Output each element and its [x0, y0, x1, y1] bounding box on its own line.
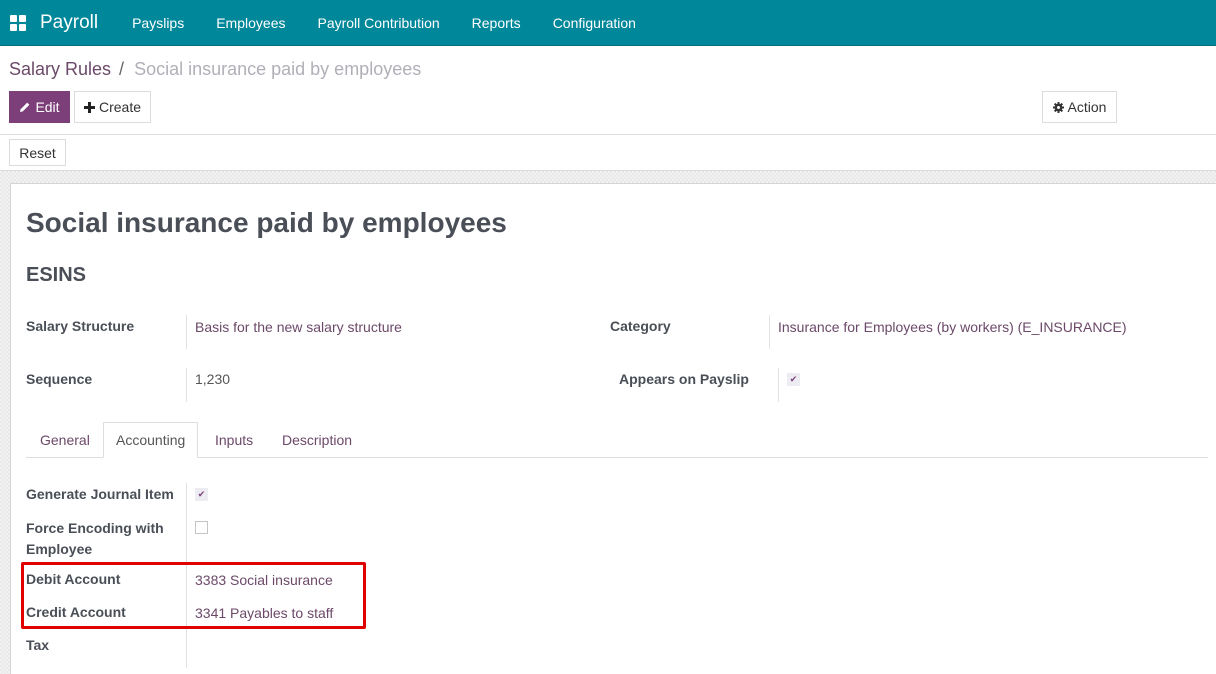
- breadcrumb-separator: /: [119, 59, 125, 79]
- field-divider: [186, 368, 187, 402]
- check-icon: ✔: [197, 489, 206, 499]
- nav-payroll-contribution[interactable]: Payroll Contribution: [317, 15, 439, 31]
- debit-account-label: Debit Account: [26, 571, 121, 587]
- edit-button[interactable]: Edit: [9, 91, 70, 123]
- sequence-value[interactable]: 1,230: [195, 371, 230, 387]
- plus-icon: [83, 101, 95, 113]
- action-button[interactable]: Action: [1042, 91, 1117, 123]
- check-icon: ✔: [789, 374, 798, 384]
- create-button-label: Create: [98, 99, 142, 115]
- breadcrumb-current: Social insurance paid by employees: [134, 59, 422, 79]
- nav-employees[interactable]: Employees: [216, 15, 285, 31]
- field-divider: [186, 483, 187, 668]
- app-brand[interactable]: Payroll: [40, 12, 98, 34]
- appears-on-payslip-label: Appears on Payslip: [619, 371, 749, 387]
- record-title: Social insurance paid by employees: [26, 207, 507, 238]
- nav-configuration[interactable]: Configuration: [553, 15, 636, 31]
- tab-accounting[interactable]: Accounting: [103, 422, 199, 458]
- tab-inputs[interactable]: Inputs: [215, 422, 253, 458]
- tabs-divider: [26, 457, 1208, 458]
- control-panel-divider: [0, 134, 1216, 135]
- salary-structure-value[interactable]: Basis for the new salary structure: [195, 319, 402, 335]
- tab-general[interactable]: General: [40, 422, 90, 458]
- debit-account-value[interactable]: 3383 Social insurance: [195, 572, 333, 588]
- nav-reports[interactable]: Reports: [472, 15, 521, 31]
- record-code: ESINS: [26, 264, 87, 286]
- field-divider: [778, 368, 779, 402]
- credit-account-label: Credit Account: [26, 604, 126, 620]
- top-navbar: Payroll Payslips Employees Payroll Contr…: [0, 0, 1216, 46]
- reset-button-label: Reset: [19, 144, 56, 161]
- field-divider: [769, 315, 770, 349]
- breadcrumb-salary-rules[interactable]: Salary Rules: [9, 59, 111, 80]
- breadcrumb: Salary Rules / Social insurance paid by …: [9, 59, 421, 80]
- appears-on-payslip-checkbox[interactable]: ✔: [787, 373, 800, 386]
- salary-structure-label: Salary Structure: [26, 318, 135, 334]
- create-button[interactable]: Create: [74, 91, 151, 123]
- force-encoding-checkbox[interactable]: [195, 521, 208, 534]
- pencil-icon: [20, 102, 30, 112]
- sequence-label: Sequence: [26, 371, 93, 387]
- nav-payslips[interactable]: Payslips: [132, 15, 184, 31]
- gear-icon: [1052, 101, 1064, 113]
- tax-label: Tax: [26, 637, 50, 653]
- generate-journal-item-checkbox[interactable]: ✔: [195, 488, 208, 501]
- generate-journal-item-label: Generate Journal Item: [26, 486, 174, 502]
- field-divider: [186, 315, 187, 349]
- edit-button-label: Edit: [35, 99, 60, 115]
- action-button-label: Action: [1067, 99, 1107, 115]
- credit-account-value[interactable]: 3341 Payables to staff: [195, 605, 333, 621]
- reset-button[interactable]: Reset: [9, 139, 66, 166]
- category-label: Category: [610, 318, 671, 334]
- tab-description[interactable]: Description: [282, 422, 352, 458]
- category-value[interactable]: Insurance for Employees (by workers) (E_…: [778, 319, 1127, 335]
- apps-menu-icon[interactable]: [10, 14, 26, 31]
- force-encoding-label: Force Encoding with Employee: [26, 520, 164, 557]
